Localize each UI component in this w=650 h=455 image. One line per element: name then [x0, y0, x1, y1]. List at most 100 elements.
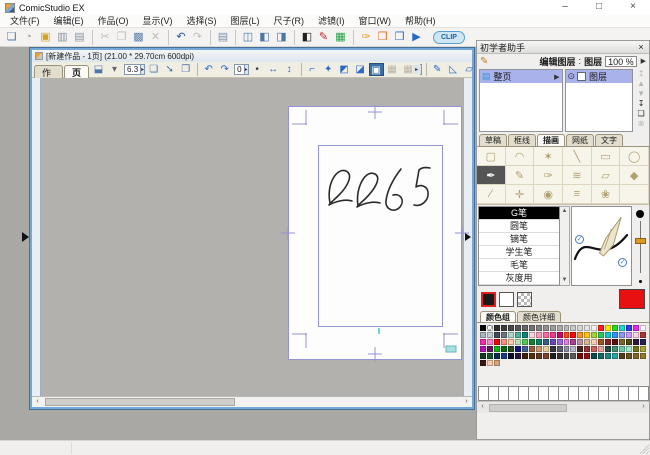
- palette-swatch[interactable]: [487, 325, 493, 331]
- undo-icon[interactable]: ↶: [168, 30, 189, 45]
- palette-swatch[interactable]: [605, 325, 611, 331]
- rotation-input[interactable]: 0: [234, 64, 244, 75]
- ruler-combo-box[interactable]: [420, 64, 422, 75]
- palette-swatch[interactable]: [494, 353, 500, 359]
- palette-swatch[interactable]: [487, 346, 493, 352]
- guide-icon[interactable]: ▱: [462, 63, 476, 76]
- palette-swatch[interactable]: [536, 332, 542, 338]
- scroll-up-icon[interactable]: ▲: [560, 207, 569, 216]
- palette-swatch[interactable]: [508, 346, 514, 352]
- empty-cell[interactable]: [620, 185, 649, 204]
- palette-swatch[interactable]: [570, 325, 576, 331]
- palette-swatch[interactable]: [487, 332, 493, 338]
- tool-category-tab[interactable]: 描画: [537, 134, 565, 146]
- palette-swatch[interactable]: [550, 325, 556, 331]
- page-cursor-icon[interactable]: ➘: [162, 63, 177, 76]
- palette-swatch[interactable]: [501, 353, 507, 359]
- canvas-area[interactable]: [32, 78, 472, 396]
- maximize-button[interactable]: □: [582, 0, 616, 15]
- palette-swatch[interactable]: [626, 325, 632, 331]
- palette-swatch[interactable]: [515, 353, 521, 359]
- pen-list-item[interactable]: 镝笔: [479, 233, 559, 246]
- palette-swatch[interactable]: [612, 353, 618, 359]
- menu-item[interactable]: 文件(F): [3, 15, 47, 28]
- palette-swatch[interactable]: [494, 325, 500, 331]
- palette-swatch[interactable]: [480, 360, 486, 366]
- palette-swatch[interactable]: [633, 332, 639, 338]
- palette-swatch[interactable]: [619, 353, 625, 359]
- palette-swatch[interactable]: [550, 353, 556, 359]
- menu-item[interactable]: 窗口(W): [352, 15, 399, 28]
- palette-swatch[interactable]: [487, 339, 493, 345]
- pen-list-item[interactable]: 学生笔: [479, 246, 559, 259]
- palette-swatch[interactable]: [515, 339, 521, 345]
- story-editor-icon[interactable]: ◫: [235, 30, 256, 45]
- open-icon[interactable]: ▣: [37, 30, 54, 45]
- pen-list-item[interactable]: G笔: [479, 207, 559, 220]
- palette-swatch[interactable]: [480, 353, 486, 359]
- scrollbar-thumb[interactable]: [45, 398, 235, 406]
- palette-swatch[interactable]: [529, 346, 535, 352]
- clip-service-badge[interactable]: CLIP: [433, 31, 465, 44]
- layer-checkbox[interactable]: [577, 72, 586, 81]
- new-page-icon[interactable]: ❏: [146, 63, 161, 76]
- palette-swatch[interactable]: [619, 346, 625, 352]
- menu-item[interactable]: 尺子(R): [267, 15, 312, 28]
- line-tool-icon[interactable]: ╲: [563, 147, 592, 166]
- palette-swatch[interactable]: [640, 353, 646, 359]
- palette-swatch[interactable]: [598, 339, 604, 345]
- palette-swatch[interactable]: [591, 325, 597, 331]
- palette-swatch[interactable]: [543, 332, 549, 338]
- palette-swatch[interactable]: [564, 332, 570, 338]
- pen-settings-icon[interactable]: ✎: [315, 30, 332, 45]
- palette-swatch[interactable]: [536, 346, 542, 352]
- palette-swatch[interactable]: [557, 325, 563, 331]
- palette-swatch[interactable]: [640, 325, 646, 331]
- new-layer-button[interactable]: ❏: [635, 109, 648, 119]
- select-mark-alt-icon[interactable]: ◪: [353, 63, 368, 76]
- resize-grip[interactable]: [638, 443, 649, 454]
- window-tile-icon[interactable]: ❒: [391, 30, 408, 45]
- ink-white-swatch[interactable]: [499, 292, 514, 307]
- print-icon[interactable]: ▤: [210, 30, 231, 45]
- fit-page-icon[interactable]: ⬓: [91, 63, 106, 76]
- palette-swatch[interactable]: [591, 332, 597, 338]
- panel-horizontal-scrollbar[interactable]: ‹ ›: [477, 401, 649, 413]
- palette-swatch[interactable]: [633, 353, 639, 359]
- palette-swatch[interactable]: [508, 332, 514, 338]
- magic-wand-tool-icon[interactable]: ✶: [534, 147, 563, 166]
- palette-swatch[interactable]: [584, 346, 590, 352]
- pages-icon[interactable]: ❐: [178, 63, 193, 76]
- palette-swatch[interactable]: [605, 353, 611, 359]
- cut-icon[interactable]: ✂: [92, 30, 113, 45]
- palette-swatch[interactable]: [529, 339, 535, 345]
- palette-swatch[interactable]: [480, 339, 486, 345]
- palette-swatch[interactable]: [577, 332, 583, 338]
- materials-icon[interactable]: ✑: [353, 30, 374, 45]
- menu-item[interactable]: 显示(V): [136, 15, 180, 28]
- palette-swatch[interactable]: [598, 353, 604, 359]
- palette-swatch[interactable]: [501, 332, 507, 338]
- pen-list-item[interactable]: 毛笔: [479, 259, 559, 272]
- palette-swatch[interactable]: [619, 339, 625, 345]
- menu-item[interactable]: 选择(S): [180, 15, 224, 28]
- palette-swatch[interactable]: [543, 353, 549, 359]
- panel-scrollbar-thumb[interactable]: [489, 404, 567, 412]
- document-horizontal-scrollbar[interactable]: ‹ ›: [32, 396, 472, 407]
- palette-swatch[interactable]: [550, 332, 556, 338]
- menu-item[interactable]: 帮助(H): [398, 15, 443, 28]
- palette-swatch[interactable]: [522, 325, 528, 331]
- palette-swatch[interactable]: [626, 339, 632, 345]
- palette-swatch[interactable]: [570, 346, 576, 352]
- tone-tool-icon[interactable]: ◉: [534, 185, 563, 204]
- document-tab[interactable]: 作品: [34, 65, 63, 79]
- palette-swatch[interactable]: [557, 346, 563, 352]
- panel-scroll-left-arrow[interactable]: ‹: [477, 402, 488, 412]
- document-tab[interactable]: 页面×: [64, 65, 89, 79]
- palette-swatch[interactable]: [501, 325, 507, 331]
- palette-swatch[interactable]: [640, 332, 646, 338]
- palette-swatch[interactable]: [612, 339, 618, 345]
- palette-swatch[interactable]: [480, 325, 486, 331]
- brush-pen-tool-icon[interactable]: ✑: [534, 166, 563, 185]
- palette-swatch[interactable]: [591, 339, 597, 345]
